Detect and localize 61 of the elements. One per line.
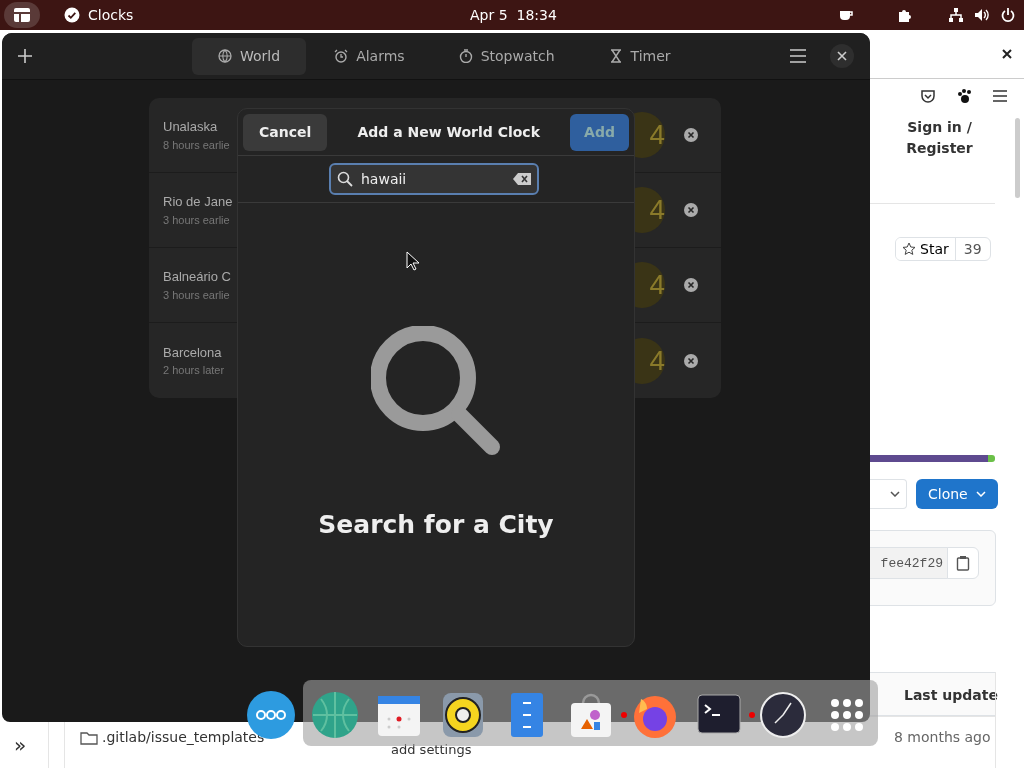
star-label: Star	[920, 239, 949, 259]
cancel-button[interactable]: Cancel	[243, 113, 328, 151]
clear-icon[interactable]	[513, 173, 531, 185]
file-link[interactable]: .gitlab/issue_templates	[102, 727, 265, 748]
commit-hash-field[interactable]: fee42f29	[870, 547, 948, 579]
empty-state-title: Search for a City	[318, 509, 554, 541]
pointer-icon	[406, 251, 420, 271]
stopwatch-icon	[458, 49, 473, 63]
remove-icon[interactable]	[683, 202, 699, 218]
city-name: Rio de Jane	[163, 193, 233, 211]
menu-icon[interactable]	[993, 90, 1007, 102]
time-offset: 3 hours earlie	[163, 212, 231, 228]
caret-icon	[975, 491, 986, 497]
city-name: Barcelona	[163, 343, 223, 362]
city-name: Balneário C	[163, 268, 231, 286]
puzzle-icon[interactable]	[896, 7, 912, 23]
star-icon	[902, 242, 916, 256]
column-header: Last update	[904, 686, 998, 705]
activities-icon	[13, 7, 31, 23]
globe-icon	[218, 49, 232, 63]
paw-icon[interactable]	[956, 88, 972, 104]
clock[interactable]: Apr 5 18:34	[470, 4, 557, 26]
clipboard-icon	[956, 555, 970, 571]
remove-icon[interactable]	[683, 277, 699, 293]
timer-icon	[608, 49, 623, 63]
star-count: 39	[954, 238, 990, 260]
close-button[interactable]	[830, 44, 854, 68]
tab[interactable]: Timer	[582, 37, 697, 75]
time-offset: 8 hours earlie	[163, 137, 230, 153]
scrollbar[interactable]	[1015, 118, 1020, 198]
search-field[interactable]: hawaii	[329, 163, 539, 195]
caret-icon	[890, 491, 900, 497]
copy-button[interactable]	[947, 547, 979, 579]
search-icon	[337, 171, 353, 187]
volume-icon[interactable]	[974, 7, 990, 23]
add-icon[interactable]	[18, 49, 32, 63]
city-name: Unalaska	[163, 118, 219, 136]
updated-time: 8 months ago	[894, 728, 991, 747]
dialog-title: Add a New World Clock	[357, 122, 540, 142]
clock-icon[interactable]	[749, 691, 807, 739]
tab[interactable]: Alarms	[308, 37, 431, 75]
close-icon[interactable]	[1001, 48, 1013, 60]
folder-icon	[80, 730, 98, 745]
power-icon[interactable]	[1000, 7, 1016, 23]
pocket-icon[interactable]	[920, 88, 936, 104]
search-icon	[371, 326, 501, 456]
clone-button[interactable]: Clone	[916, 479, 998, 509]
expand-sidebar-button[interactable]: »	[14, 730, 27, 760]
remove-icon[interactable]	[683, 352, 699, 369]
tab[interactable]: World	[192, 37, 307, 75]
time-offset: 3 hours earlie	[163, 287, 231, 303]
tab[interactable]: Stopwatch	[432, 37, 581, 75]
commit-message: add settings	[391, 741, 472, 759]
network-icon[interactable]	[948, 7, 964, 23]
time-offset: 2 hours later	[163, 363, 225, 378]
app-menu[interactable]: Clocks	[64, 4, 134, 26]
activities-button[interactable]	[4, 2, 40, 28]
alarm-icon	[334, 49, 349, 63]
close-icon	[837, 51, 847, 61]
remove-icon[interactable]	[683, 127, 699, 143]
check-icon	[64, 7, 80, 23]
